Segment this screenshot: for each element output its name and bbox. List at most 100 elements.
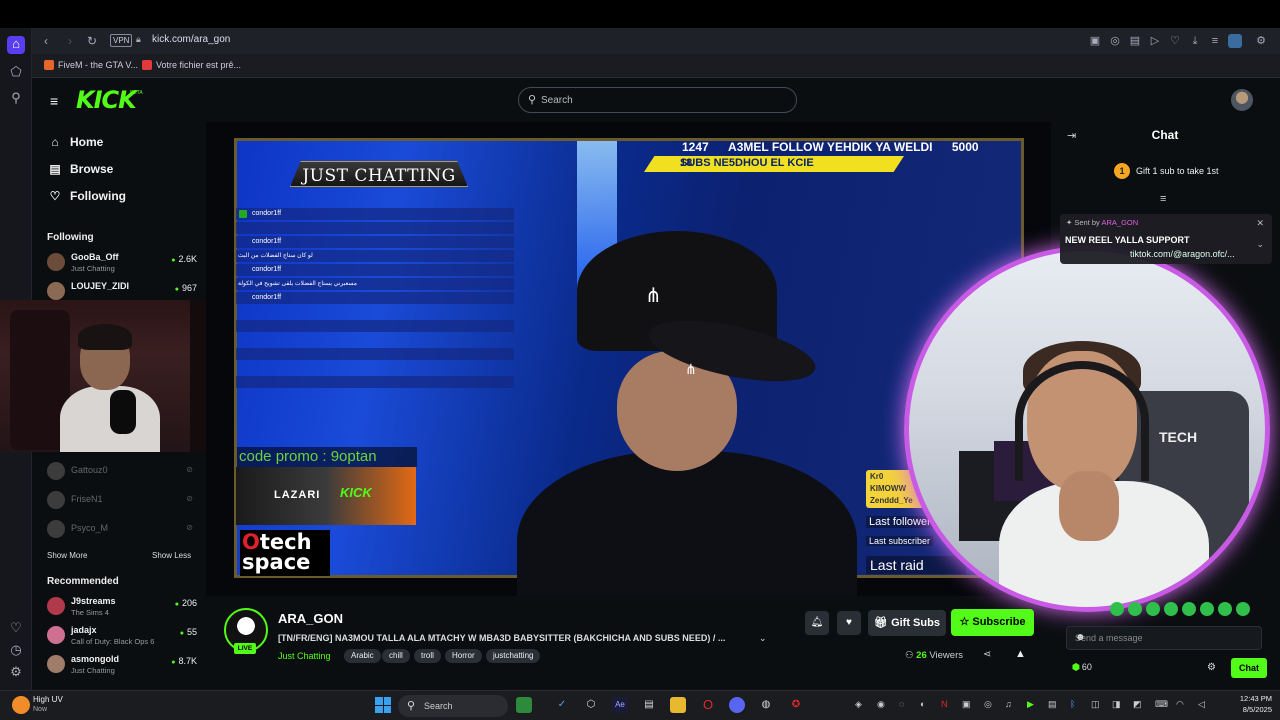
nav-browse[interactable]: ▤ Browse [48,162,113,176]
file-explorer-icon[interactable] [670,697,686,713]
camera-icon[interactable]: ◎ [1108,34,1122,48]
clock-date[interactable]: 8/5/2025 [1232,705,1272,714]
heart-icon[interactable]: ♡ [8,620,24,636]
checkmark-app-icon[interactable]: ✓ [554,697,570,713]
bookmark-page-icon[interactable]: ▤ [1128,34,1142,48]
taskbar-search[interactable]: ⚲ Search [398,695,508,717]
workspace-home-icon[interactable]: ⌂ [7,36,25,54]
tray-icon[interactable]: ◫ [1091,699,1100,710]
recommended-channel[interactable]: jadajx Call of Duty: Black Ops 6 55 [47,623,197,647]
search-input[interactable]: ⚲ Search [518,87,797,113]
discord-icon[interactable] [729,697,745,713]
emote-icon[interactable] [1218,602,1232,616]
emote-icon[interactable] [1200,602,1214,616]
nav-following[interactable]: ♡ Following [48,189,126,203]
kick-logo[interactable]: KICK [76,86,137,114]
sidebar-settings-icon[interactable]: ⚙ [8,664,24,680]
opera-settings-icon[interactable]: ⚙ [1254,34,1268,48]
bookmark-file[interactable]: Votre fichier est prê... [142,60,241,70]
pinboard-icon[interactable]: ⬠ [8,64,24,80]
bluetooth-icon[interactable]: ᛒ [1070,699,1075,709]
following-channel-offline[interactable]: FriseN1 ⊘ [47,488,197,512]
url-field[interactable]: kick.com/ara_gon [152,34,230,45]
following-channel[interactable]: GooBa_Off Just Chatting 2.6K [47,250,197,274]
gift-subs-button[interactable]: 🎁︎ Gift Subs [868,610,946,636]
emoji-icon[interactable]: ☻ [1075,632,1255,643]
user-avatar[interactable] [1231,89,1253,111]
tray-icon[interactable]: ▣ [962,699,971,710]
extension-icon[interactable] [1228,34,1242,48]
tray-icon[interactable]: ◈ [855,699,862,710]
emote-icon[interactable] [1128,602,1142,616]
hamburger-menu-icon[interactable]: ≡ [50,93,64,109]
emote-icon[interactable] [1182,602,1196,616]
tray-icon[interactable]: ◐ [920,699,925,709]
report-icon[interactable]: ▲ [1015,648,1026,660]
reload-icon[interactable]: ↻ [84,33,100,49]
chat-filter-icon[interactable]: ≡ [1160,193,1166,205]
tray-icon[interactable]: N [941,699,948,709]
vpn-badge[interactable]: VPN [110,34,133,47]
clock-time[interactable]: 12:43 PM [1232,694,1272,703]
volume-icon[interactable]: ◁ [1198,699,1205,710]
gift-sub-banner[interactable]: 1 Gift 1 sub to take 1st [1114,163,1219,179]
tag[interactable]: Arabic [344,649,381,663]
back-icon[interactable]: ‹ [38,33,54,49]
player-icon[interactable]: ▷ [1148,34,1162,48]
download-icon[interactable]: ⤓ [1188,34,1202,48]
chat-collapse-icon[interactable]: ⇥ [1067,129,1076,142]
menu-icon[interactable]: ≡ [1208,34,1222,48]
widgets-icon[interactable] [516,697,532,713]
category-link[interactable]: Just Chatting [278,651,331,661]
recommended-channel[interactable]: asmongold Just Chatting 8.7K [47,652,197,676]
unpin-icon[interactable]: ✕ [1256,218,1264,229]
pinned-link[interactable]: tiktok.com/@aragon.ofc/... [1130,249,1235,259]
following-channel-offline[interactable]: Gattouz0 ⊘ [47,459,197,483]
app-icon[interactable]: ✪ [788,697,804,713]
favorite-icon[interactable]: ♡ [1168,34,1182,48]
forward-icon[interactable]: › [62,33,78,49]
emote-icon[interactable] [1164,602,1178,616]
aria-icon[interactable]: ⚲ [8,90,24,106]
snapshot-icon[interactable]: ▣ [1088,34,1102,48]
show-less-link[interactable]: Show Less [152,551,191,560]
tag[interactable]: Horror [445,649,482,663]
bookmark-fivem[interactable]: FiveM - the GTA V... [44,60,138,70]
tray-icon[interactable]: ▶ [1027,699,1034,710]
subscribe-button[interactable]: ☆ Subscribe [951,609,1034,636]
tag[interactable]: justchatting [486,649,541,663]
tray-icon[interactable]: ◎ [984,699,992,710]
tray-icon[interactable]: ◩ [1133,699,1142,710]
chevron-down-icon[interactable]: ⌄ [1256,239,1264,250]
tag[interactable]: chill [382,649,410,663]
show-more-link[interactable]: Show More [47,551,87,560]
pinned-message[interactable]: ✦ Sent by ARA_GON ✕ NEW REEL YALLA SUPPO… [1060,214,1272,264]
tray-icon[interactable]: ◨ [1112,699,1121,710]
chat-settings-icon[interactable]: ⚙ [1207,662,1216,673]
weather-icon[interactable] [12,696,30,714]
obs-icon[interactable]: ◍ [758,697,774,713]
terminal-icon[interactable]: ▤ [641,697,657,713]
after-effects-icon[interactable]: Ae [612,697,628,713]
start-button[interactable] [375,697,391,713]
chat-send-button[interactable]: Chat [1231,658,1267,678]
emote-icon[interactable] [1110,602,1124,616]
wifi-icon[interactable]: ◠ [1176,699,1184,710]
settings-app-icon[interactable]: ⬡ [583,697,599,713]
notification-bell-button[interactable]: 🔔︎ [805,611,829,635]
language-icon[interactable]: ⌨ [1155,699,1168,710]
tag[interactable]: troll [414,649,441,663]
recommended-channel[interactable]: J9streams The Sims 4 206 [47,594,197,618]
opera-icon[interactable]: O [700,697,716,713]
history-icon[interactable]: ◷ [8,642,24,658]
emote-icon[interactable] [1146,602,1160,616]
emote-icon[interactable] [1236,602,1250,616]
tray-icon[interactable]: ▤ [1048,699,1057,710]
share-icon[interactable]: ⋖ [983,649,991,660]
chat-message-input[interactable]: Send a message ☻ [1066,626,1262,650]
nav-home[interactable]: ⌂ Home [48,135,103,149]
follow-button[interactable]: ♥ [837,611,861,635]
tray-icon[interactable]: ◌ [899,699,904,709]
following-channel-offline[interactable]: Psyco_M ⊘ [47,517,197,541]
tray-icon[interactable]: ♫ [1005,699,1012,709]
